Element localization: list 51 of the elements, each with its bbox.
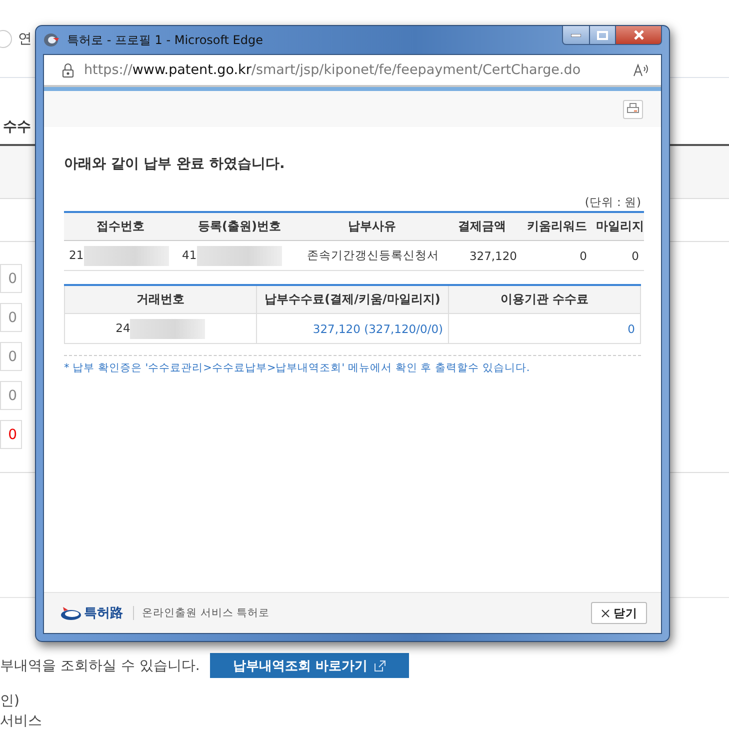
column-header: 등록(출원)번호 xyxy=(177,212,302,240)
service-text: 온라인출원 서비스 특허로 xyxy=(133,606,581,620)
window-title: 특허로 - 프로필 1 - Microsoft Edge xyxy=(67,32,263,48)
amount-field[interactable]: 0 xyxy=(0,420,22,449)
table-cell: 21 xyxy=(64,240,177,270)
amount-field[interactable]: 0 xyxy=(0,264,22,293)
maximize-button[interactable] xyxy=(589,26,616,45)
print-button[interactable] xyxy=(623,100,643,118)
note-text: 인) xyxy=(0,692,20,708)
close-icon xyxy=(632,30,644,40)
table-cell: 0 xyxy=(522,240,592,270)
amount-field[interactable]: 0 xyxy=(0,342,22,371)
history-text: 부내역을 조회하실 수 있습니다. xyxy=(0,656,200,674)
browser-icon xyxy=(43,32,61,48)
table-cell: 327,120 (327,120/0/0) xyxy=(256,314,448,344)
logo-icon xyxy=(60,605,82,621)
column-header: 접수번호 xyxy=(64,212,177,240)
note-text: 서비스 xyxy=(0,712,43,728)
minimize-icon xyxy=(571,34,581,36)
option-label: 연 xyxy=(18,30,32,48)
section-title: 수수 xyxy=(2,118,32,137)
table-cell: 41 xyxy=(177,240,302,270)
table-cell: 0 xyxy=(592,240,644,270)
unit-note: (단위 : 원) xyxy=(584,195,641,209)
external-link-icon xyxy=(374,660,386,672)
lock-icon xyxy=(62,62,74,78)
table-cell: 존속기간갱신등록신청서 xyxy=(302,240,442,270)
table-cell: 24 xyxy=(64,314,256,344)
maximize-icon xyxy=(597,30,608,40)
column-header: 이용기관 수수료 xyxy=(448,285,640,314)
column-header: 거래번호 xyxy=(64,285,256,314)
logo: 특허路 xyxy=(60,604,123,622)
read-aloud-icon[interactable] xyxy=(633,63,651,77)
close-button[interactable]: 닫기 xyxy=(591,602,647,624)
table-cell: 327,120 xyxy=(442,240,522,270)
column-header: 납부수수료(결제/키움/마일리지) xyxy=(256,285,448,314)
column-header: 키움리워드 xyxy=(522,212,592,240)
url-field[interactable]: https://www.patent.go.kr/smart/jsp/kiponet/fe/feepayment/CertCharge.do xyxy=(84,62,623,78)
result-heading: 아래와 같이 납부 완료 하였습니다. xyxy=(64,155,286,173)
printer-icon xyxy=(627,103,639,115)
column-header: 납부사유 xyxy=(302,212,442,240)
table-cell: 0 xyxy=(448,314,640,344)
close-button[interactable] xyxy=(615,26,662,45)
column-header: 결제금액 xyxy=(442,212,522,240)
amount-field[interactable]: 0 xyxy=(0,381,22,410)
close-icon xyxy=(600,608,610,618)
amount-field[interactable]: 0 xyxy=(0,303,22,332)
column-header: 마일리지 xyxy=(592,212,644,240)
note-text: * 납부 확인증은 '수수료관리>수수료납부>납부내역조회' 메뉴에서 확인 후 출력할수 있습니다. xyxy=(64,361,531,375)
history-button[interactable]: 납부내역조회 바로가기 xyxy=(210,653,409,678)
minimize-button[interactable] xyxy=(562,26,590,45)
